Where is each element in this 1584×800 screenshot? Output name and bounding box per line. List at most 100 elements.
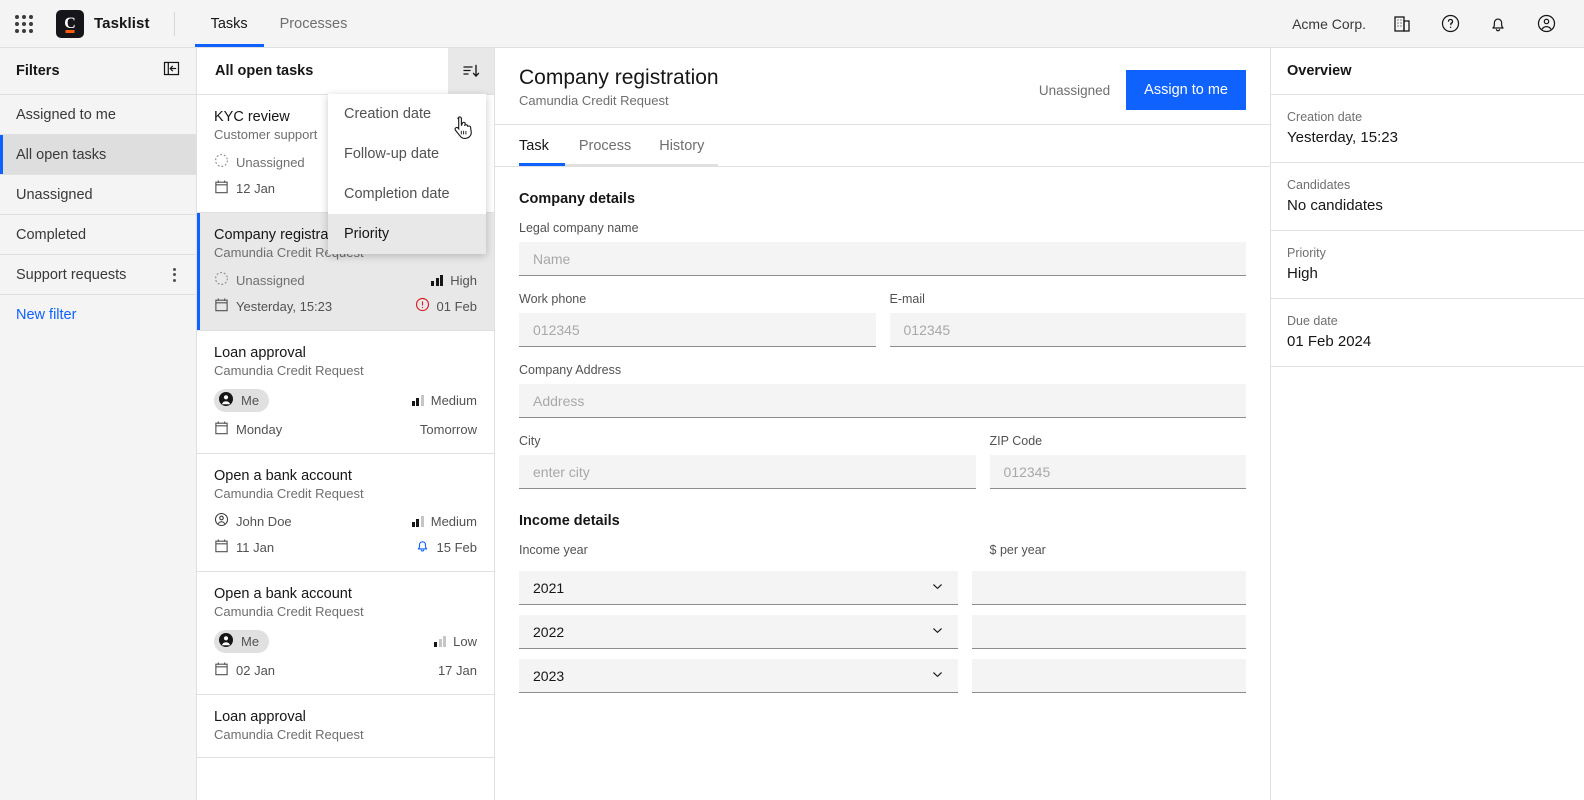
sort-option-priority[interactable]: Priority bbox=[328, 116, 486, 254]
task-meta-row: John Doe Medium bbox=[214, 512, 477, 530]
work-phone-input[interactable] bbox=[519, 313, 876, 347]
task-detail-header: Company registration Camundia Credit Req… bbox=[495, 48, 1270, 125]
assign-to-me-button[interactable]: Assign to me bbox=[1126, 70, 1246, 110]
assignee-chip[interactable]: Me bbox=[214, 389, 270, 412]
income-year-value: 2022 bbox=[533, 623, 565, 640]
overview-item-priority: Priority High bbox=[1271, 231, 1584, 299]
tab-history[interactable]: History bbox=[645, 125, 719, 166]
created-date: 12 Jan bbox=[214, 179, 275, 197]
overview-value: 01 Feb 2024 bbox=[1287, 333, 1372, 350]
sort-option-completion-date[interactable]: Completion date bbox=[328, 174, 486, 214]
city-input[interactable] bbox=[519, 455, 976, 489]
overview-label: Candidates bbox=[1287, 178, 1351, 192]
due-date: 01 Feb bbox=[415, 297, 477, 315]
help-icon[interactable] bbox=[1426, 0, 1474, 47]
created-date-text: 12 Jan bbox=[236, 180, 276, 196]
field-group-city-zip: City ZIP Code bbox=[519, 434, 1246, 489]
sort-descending-icon[interactable] bbox=[448, 48, 494, 94]
email-label: E-mail bbox=[889, 292, 925, 306]
task-item-title: Open a bank account bbox=[214, 468, 352, 484]
task-detail-tabs: Task Process History bbox=[495, 125, 1270, 167]
income-year-select[interactable]: 2022 bbox=[519, 615, 958, 649]
income-amount-input[interactable] bbox=[971, 571, 1246, 605]
page-title: Company registration bbox=[519, 66, 719, 89]
income-year-value: 2021 bbox=[533, 579, 565, 596]
legal-company-name-input[interactable] bbox=[519, 242, 1246, 276]
income-year-select[interactable]: 2021 bbox=[519, 571, 958, 605]
overview-title: Overview bbox=[1287, 63, 1352, 79]
nav-tab-processes[interactable]: Processes bbox=[264, 0, 364, 47]
calendar-icon bbox=[214, 179, 229, 197]
task-item-process: Camundia Credit Request bbox=[214, 363, 364, 378]
assignee-chip: Unassigned bbox=[214, 271, 305, 289]
income-amount-input[interactable] bbox=[971, 659, 1246, 693]
income-year-label: Income year bbox=[519, 543, 588, 557]
task-date-row: 02 Jan 17 Jan bbox=[214, 661, 477, 679]
building-icon[interactable] bbox=[1378, 0, 1426, 47]
unassigned-icon bbox=[214, 153, 229, 171]
income-amount-input[interactable] bbox=[971, 615, 1246, 649]
brand-name: Tasklist bbox=[94, 15, 150, 32]
notifications-icon[interactable] bbox=[1474, 0, 1522, 47]
task-item-title: Loan approval bbox=[214, 709, 306, 725]
top-navigation-bar: C Tasklist Tasks Processes Acme Corp. bbox=[0, 0, 1584, 48]
company-address-input[interactable] bbox=[519, 384, 1246, 418]
priority-label: Medium bbox=[430, 393, 477, 408]
nav-tab-tasks[interactable]: Tasks bbox=[194, 0, 264, 47]
me-avatar-icon bbox=[218, 391, 234, 410]
task-priority: Low bbox=[434, 634, 477, 649]
filter-label: Assigned to me bbox=[16, 106, 116, 123]
task-form: Company details Legal company name Work … bbox=[495, 167, 1270, 693]
sidebar-item-assigned-to-me[interactable]: Assigned to me bbox=[0, 95, 196, 135]
created-date: 02 Jan bbox=[214, 661, 275, 679]
logo-accent-bar bbox=[65, 29, 75, 33]
income-year-select[interactable]: 2023 bbox=[519, 659, 958, 693]
task-priority: Medium bbox=[411, 513, 477, 529]
calendar-icon bbox=[214, 420, 229, 438]
app-grid-icon[interactable] bbox=[0, 0, 48, 47]
email-input[interactable] bbox=[889, 313, 1246, 347]
sidebar-item-completed[interactable]: Completed bbox=[0, 215, 196, 255]
filters-sidebar: Filters Assigned to me All open tasks Un… bbox=[0, 48, 197, 800]
account-icon[interactable] bbox=[1522, 0, 1570, 47]
overview-label: Due date bbox=[1287, 314, 1338, 328]
company-details-section-title: Company details bbox=[519, 191, 636, 207]
sidebar-item-all-open-tasks[interactable]: All open tasks bbox=[0, 135, 196, 175]
overflow-menu-icon[interactable] bbox=[169, 264, 180, 286]
task-process-name: Camundia Credit Request bbox=[519, 93, 669, 108]
new-filter-link[interactable]: New filter bbox=[0, 295, 196, 335]
task-item-process: Camundia Credit Request bbox=[214, 604, 364, 619]
task-list-item[interactable]: Loan approval Camundia Credit Request bbox=[197, 695, 494, 758]
filters-header: Filters bbox=[0, 48, 196, 95]
priority-label: Medium bbox=[430, 513, 477, 529]
filter-label: Completed bbox=[16, 226, 87, 243]
income-row: 2021 bbox=[519, 571, 1246, 605]
priority-indicator-icon bbox=[411, 395, 424, 406]
collapse-panel-icon[interactable] bbox=[163, 60, 180, 82]
task-detail-actions: Unassigned Assign to me bbox=[1039, 66, 1246, 110]
tab-task[interactable]: Task bbox=[519, 125, 565, 166]
income-row: 2022 bbox=[519, 615, 1246, 649]
task-priority: High bbox=[431, 273, 477, 288]
zip-code-input[interactable] bbox=[989, 455, 1246, 489]
task-list-item[interactable]: Loan approval Camundia Credit Request Me Me… bbox=[197, 331, 494, 454]
income-column-headers: Income year $ per year bbox=[519, 543, 1246, 564]
task-priority: Medium bbox=[411, 393, 477, 408]
overview-label: Priority bbox=[1287, 246, 1326, 260]
camunda-logo-icon: C bbox=[56, 9, 84, 38]
task-list-item[interactable]: Open a bank account Camundia Credit Reque… bbox=[197, 454, 494, 572]
tab-process[interactable]: Process bbox=[564, 125, 646, 166]
task-meta-row: Unassigned High bbox=[214, 271, 477, 289]
chevron-down-icon bbox=[930, 667, 945, 685]
assignee-chip[interactable]: Me bbox=[214, 630, 270, 653]
due-date-text: 01 Feb bbox=[436, 298, 477, 314]
city-label: City bbox=[519, 434, 541, 448]
sidebar-item-support-requests[interactable]: Support requests bbox=[0, 255, 196, 295]
main-nav-tabs: Tasks Processes bbox=[194, 0, 364, 47]
due-date-text: 17 Jan bbox=[437, 662, 477, 678]
sidebar-item-unassigned[interactable]: Unassigned bbox=[0, 175, 196, 215]
created-date: Monday bbox=[214, 420, 282, 438]
task-item-title: Loan approval bbox=[214, 345, 306, 361]
task-list-item[interactable]: Open a bank account Camundia Credit Reque… bbox=[197, 572, 494, 695]
brand[interactable]: C Tasklist bbox=[48, 9, 150, 38]
